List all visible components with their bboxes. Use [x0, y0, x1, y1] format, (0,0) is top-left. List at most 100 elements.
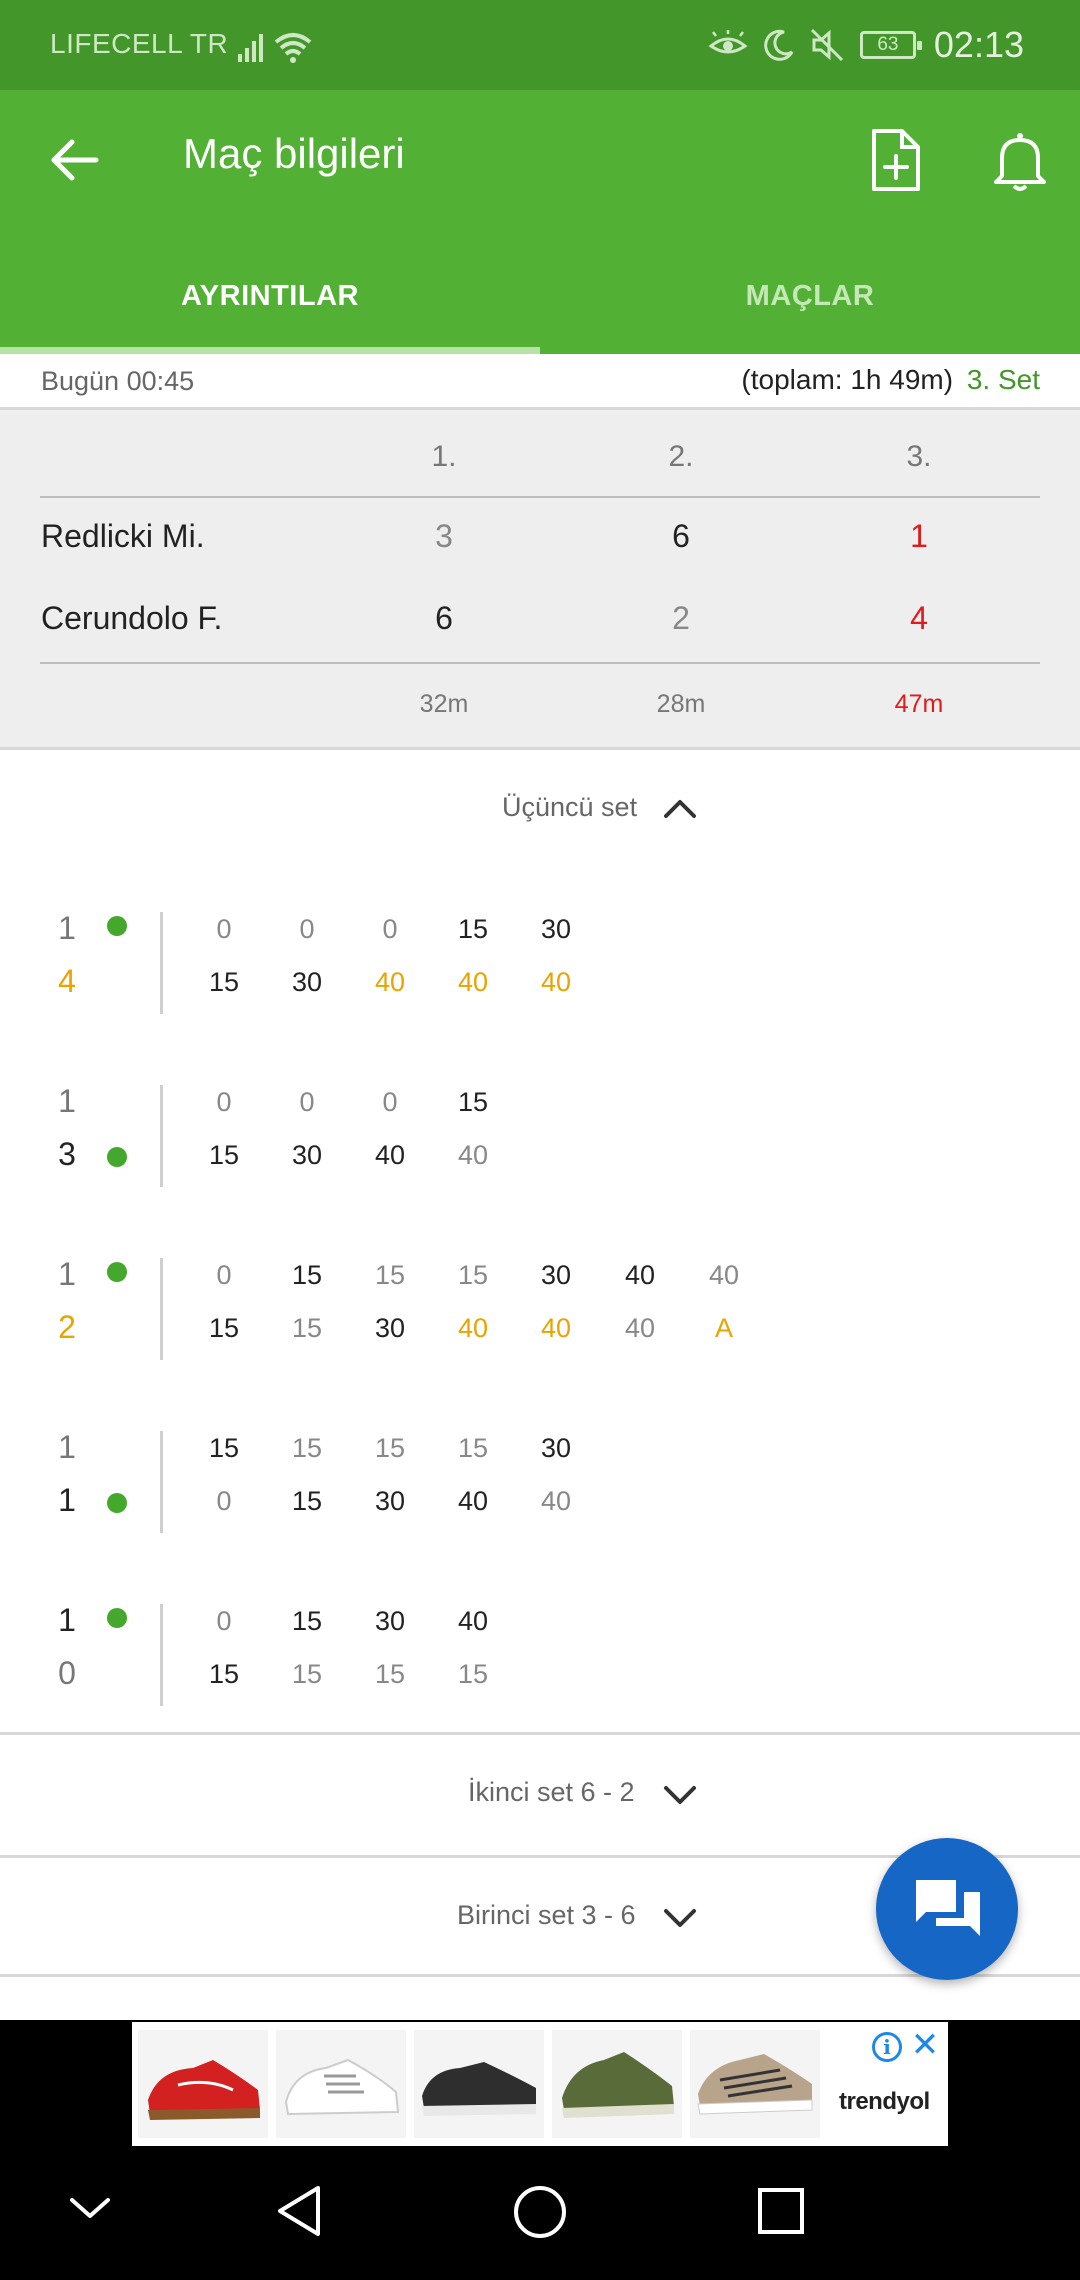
shoe-image: [414, 2030, 544, 2138]
server-dot: [107, 1262, 127, 1282]
game-score-top: 1: [58, 1083, 76, 1119]
signal-icon: [238, 33, 312, 63]
chat-fab-button[interactable]: [876, 1838, 1018, 1980]
point: 30: [540, 1433, 572, 1463]
point: 0: [299, 1087, 315, 1117]
set-header-1: 1.: [431, 440, 457, 473]
point: 40: [540, 967, 572, 997]
tab-ayrintilar[interactable]: AYRINTILAR: [0, 260, 540, 354]
point: 15: [291, 1313, 323, 1343]
point: 15: [291, 1260, 323, 1290]
add-document-icon[interactable]: [868, 128, 924, 192]
game-score-top: 1: [58, 1602, 76, 1638]
set-score: 6: [435, 600, 453, 636]
point: 0: [382, 914, 398, 944]
point: 30: [540, 1260, 572, 1290]
point: 40: [457, 967, 489, 997]
set-duration: 28m: [656, 690, 706, 718]
game-score-top: 1: [58, 1429, 76, 1465]
game-score-top: 1: [58, 910, 76, 946]
set-score: 4: [910, 600, 928, 636]
section-divider: [0, 1974, 1080, 1977]
server-dot: [107, 1493, 127, 1513]
point: 0: [216, 1486, 232, 1516]
game-divider: [160, 1431, 163, 1533]
point: 15: [291, 1659, 323, 1689]
set-score: 1: [910, 518, 928, 554]
game-score-bottom: 0: [58, 1655, 76, 1691]
game-row: 1 4 0 0 0 15 30 15 30 40 40 40: [0, 910, 1080, 1020]
point: 40: [457, 1606, 489, 1636]
set-header-3: 3.: [906, 440, 932, 473]
point: 15: [208, 967, 240, 997]
back-arrow-icon[interactable]: [46, 132, 102, 188]
shoe-image: [552, 2030, 682, 2138]
point: 40: [457, 1313, 489, 1343]
set-header-2: 2.: [668, 440, 694, 473]
point: 40: [540, 1313, 572, 1343]
eye-comfort-icon: [708, 30, 748, 54]
server-dot: [107, 916, 127, 936]
game-score-bottom: 4: [58, 963, 76, 999]
point: 15: [208, 1433, 240, 1463]
point: 15: [374, 1260, 406, 1290]
game-divider: [160, 1085, 163, 1187]
chevron-down-icon: [664, 1786, 696, 1804]
ad-close-icon[interactable]: ✕: [908, 2028, 942, 2062]
point: 40: [457, 1140, 489, 1170]
battery-icon: 63: [859, 31, 922, 59]
status-bar: LIFECELL TR 63 02:13: [0, 0, 1080, 90]
back-triangle-icon[interactable]: [274, 2184, 324, 2238]
set-score: 2: [672, 600, 690, 636]
third-set-toggle[interactable]: Üçüncü set: [0, 752, 1080, 862]
tab-maclar[interactable]: MAÇLAR: [540, 260, 1080, 354]
chevron-up-icon: [664, 800, 696, 818]
point: 30: [540, 914, 572, 944]
point: 40: [374, 1140, 406, 1170]
player-name: Cerundolo F.: [41, 600, 223, 636]
match-info-row: Bugün 00:45 (toplam: 1h 49m) 3. Set: [0, 354, 1080, 410]
point: 40: [457, 1486, 489, 1516]
app-bar: Maç bilgileri AYRINTILAR MAÇLAR: [0, 90, 1080, 354]
server-dot: [107, 1147, 127, 1167]
shoe-image: [276, 2030, 406, 2138]
home-circle-icon[interactable]: [512, 2184, 568, 2240]
moon-icon: [764, 29, 794, 61]
game-score-bottom: 2: [58, 1309, 76, 1345]
set-duration: 32m: [419, 690, 469, 718]
set-score: 3: [435, 518, 453, 554]
table-divider: [40, 662, 1040, 664]
ad-info-icon[interactable]: i: [872, 2032, 902, 2062]
bell-icon[interactable]: [990, 130, 1050, 192]
point: 30: [374, 1606, 406, 1636]
ad-banner[interactable]: trendyol i ✕: [132, 2022, 948, 2146]
point: 15: [457, 1433, 489, 1463]
point: 15: [291, 1433, 323, 1463]
point: A: [714, 1313, 733, 1343]
point: 15: [374, 1433, 406, 1463]
point: 15: [457, 914, 489, 944]
game-score-top: 1: [58, 1256, 76, 1292]
mute-icon: [810, 28, 843, 62]
game-divider: [160, 912, 163, 1014]
chat-icon: [916, 1880, 980, 1936]
wifi-icon: [274, 33, 312, 56]
tab-bar: AYRINTILAR MAÇLAR: [0, 260, 1080, 354]
game-divider: [160, 1258, 163, 1360]
server-dot: [107, 1608, 127, 1628]
first-set-label: Birinci set 3 - 6: [457, 1900, 636, 1930]
shoe-image: [690, 2030, 820, 2138]
tab-indicator: [0, 347, 540, 354]
clock: 02:13: [933, 24, 1024, 65]
hide-nav-icon[interactable]: [68, 2194, 112, 2222]
nav-bar: [0, 2146, 1080, 2280]
second-set-toggle[interactable]: İkinci set 6 - 2: [0, 1735, 1080, 1853]
point: 15: [208, 1140, 240, 1170]
game-score-bottom: 1: [58, 1482, 76, 1518]
set-score: 6: [672, 518, 690, 554]
point: 30: [374, 1486, 406, 1516]
point: 0: [299, 914, 315, 944]
match-date: Bugün 00:45: [41, 366, 195, 396]
point: 15: [457, 1260, 489, 1290]
recents-square-icon[interactable]: [756, 2186, 806, 2236]
